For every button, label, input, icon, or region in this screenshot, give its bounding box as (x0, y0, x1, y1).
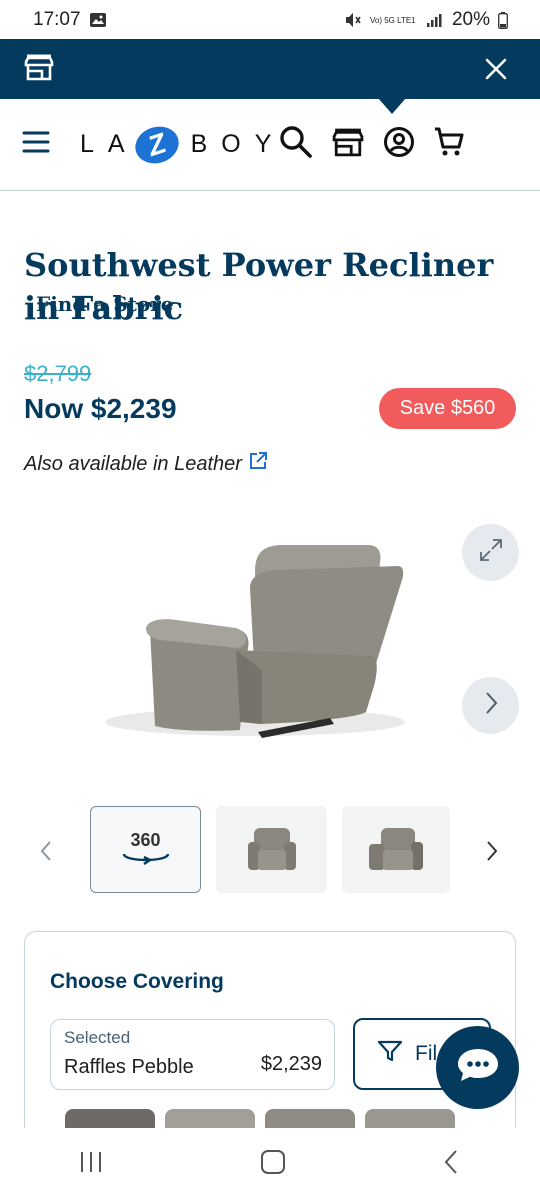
status-time: 17:07 (33, 9, 81, 30)
chevron-right-icon (481, 690, 501, 721)
savings-badge: Save $560 (379, 388, 516, 429)
covering-swatches (65, 1109, 485, 1129)
search-icon[interactable] (279, 125, 313, 164)
home-icon[interactable] (260, 1149, 286, 1180)
battery-icon (498, 11, 508, 29)
lazboy-logo[interactable]: LA Z BOY (80, 120, 286, 169)
expand-icon (477, 536, 505, 569)
site-header: LA Z BOY (0, 99, 540, 191)
also-available-link[interactable]: Also available in Leather (24, 451, 268, 477)
swatch[interactable] (365, 1109, 455, 1129)
selected-covering-name: Raffles Pebble (64, 1056, 194, 1078)
signal-strength-icon (426, 12, 444, 28)
thumbnail-360-label: 360 (130, 829, 161, 850)
battery-percent: 20% (451, 9, 490, 30)
account-icon[interactable] (383, 126, 415, 163)
network-type-label: Vo) 5G LTE1 (369, 15, 416, 25)
chat-bubble-icon (455, 1045, 501, 1090)
next-image-button[interactable] (462, 677, 519, 734)
logo-text-right: BOY (190, 130, 286, 158)
logo-text-left: LA (80, 130, 139, 158)
thumbnails-prev-icon[interactable] (38, 839, 54, 868)
store-icon (24, 53, 54, 86)
thumbnail-angle-view[interactable] (342, 806, 450, 893)
rotate-360-icon (120, 851, 172, 870)
thumbnail-360[interactable]: 360 (90, 806, 201, 893)
thumbnail-strip: 360 (0, 806, 540, 894)
current-price: Now $2,239 (24, 393, 177, 424)
chat-button[interactable] (436, 1026, 519, 1109)
filter-icon (377, 1039, 403, 1069)
gallery-notification-icon (89, 12, 107, 28)
cart-icon[interactable] (433, 126, 465, 163)
recliner-product-image (105, 545, 405, 738)
product-image-carousel[interactable] (0, 510, 540, 790)
expand-image-button[interactable] (462, 524, 519, 581)
selected-covering-price: $2,239 (260, 1053, 322, 1075)
filter-label: Fil (415, 1042, 438, 1065)
recliner-thumbnail-image (369, 827, 423, 870)
system-navigation-bar (0, 1128, 540, 1200)
selected-label: Selected (64, 1028, 131, 1047)
find-a-store-banner[interactable]: Find a Store (0, 39, 540, 316)
swatch[interactable] (265, 1109, 355, 1129)
hamburger-menu-icon[interactable] (22, 130, 50, 159)
original-price: $2,799 (24, 361, 92, 386)
selected-covering-box[interactable]: Selected Raffles Pebble $2,239 (50, 1019, 335, 1090)
thumbnails-next-icon[interactable] (484, 839, 500, 868)
mute-icon (344, 12, 362, 28)
also-available-label[interactable]: Also available in Leather (24, 453, 242, 476)
external-link-icon (248, 451, 268, 477)
back-icon[interactable] (442, 1149, 462, 1180)
close-icon[interactable] (476, 49, 516, 89)
store-locator-icon[interactable] (331, 127, 365, 162)
swatch[interactable] (165, 1109, 255, 1129)
logo-z-mark: Z (130, 120, 184, 169)
status-bar: 17:07 Vo) 5G LTE1 20% (0, 0, 540, 40)
choose-covering-heading: Choose Covering (50, 970, 224, 993)
recent-apps-icon[interactable] (78, 1150, 104, 1179)
thumbnail-front-view[interactable] (216, 806, 327, 893)
product-title: Southwest Power Recliner in Fabric (24, 246, 494, 327)
recliner-thumbnail-image (247, 827, 296, 870)
swatch[interactable] (65, 1109, 155, 1129)
